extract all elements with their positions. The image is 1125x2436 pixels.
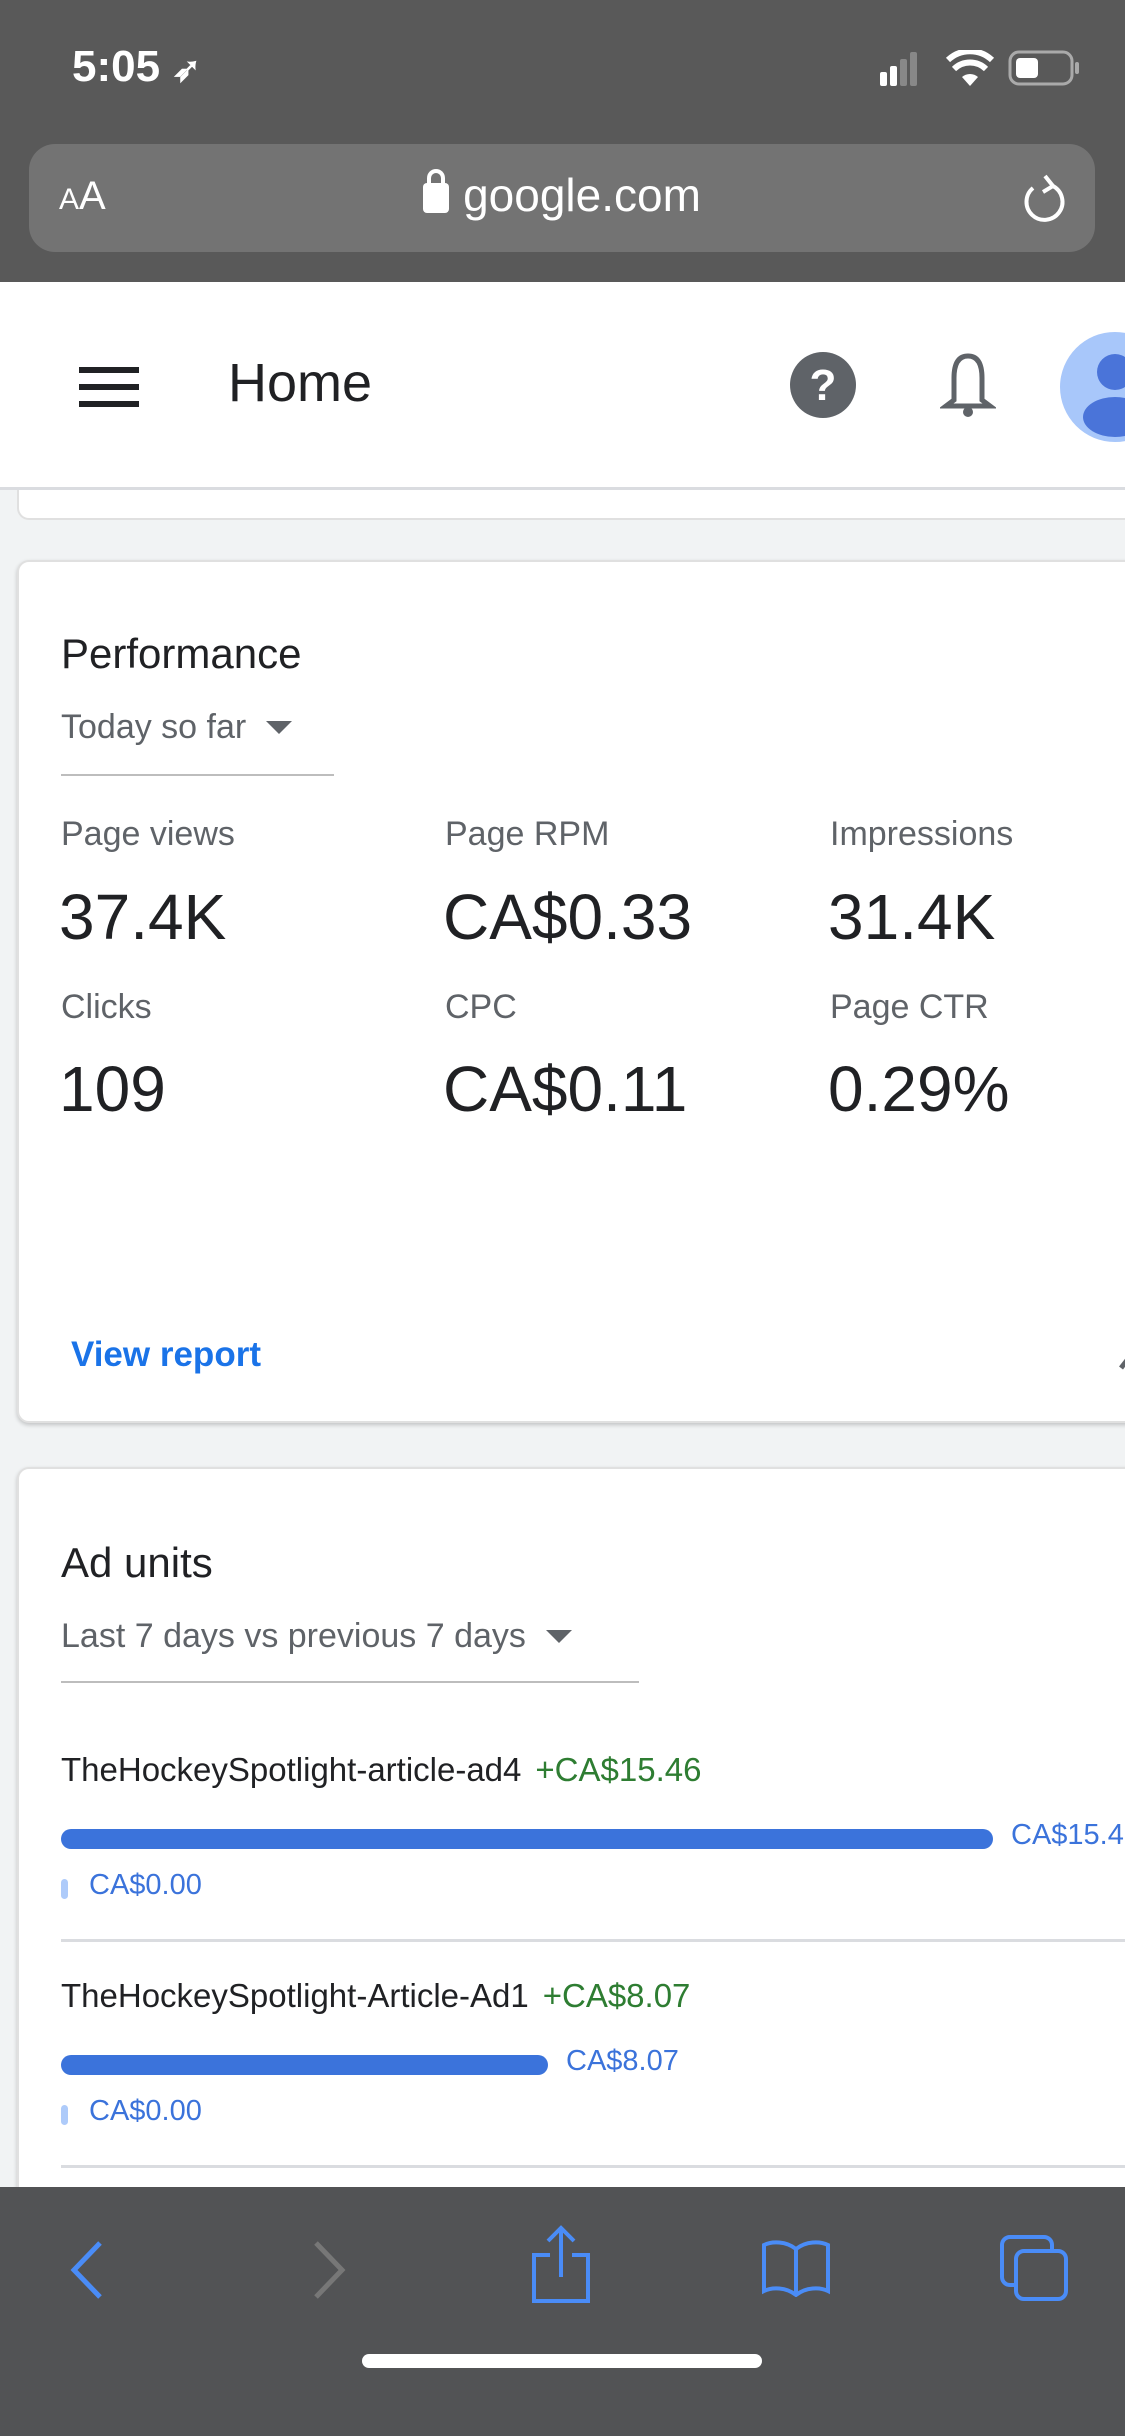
forward-icon[interactable] (310, 2239, 350, 2301)
page-title: Home (228, 353, 373, 413)
metric-value: CA$0.11 (443, 1053, 688, 1125)
metric-value: 109 (59, 1053, 166, 1125)
current-period-value: CA$15.4 (1011, 1819, 1124, 1851)
help-icon[interactable]: ? (790, 352, 856, 418)
ad-units-title: Ad units (61, 1539, 213, 1586)
browser-toolbar (0, 2187, 1125, 2436)
metric-value: 37.4K (59, 881, 227, 953)
performance-title: Performance (61, 630, 302, 677)
location-arrow-icon: ➶ (172, 51, 201, 89)
ad-unit-change: +CA$15.46 (535, 1751, 702, 1788)
wifi-icon (946, 50, 994, 86)
dropdown-underline (61, 774, 334, 776)
notifications-bell-icon[interactable] (940, 352, 996, 418)
metric-label: CPC (445, 988, 517, 1026)
address-bar[interactable]: AA google.com (29, 144, 1095, 252)
range-text: Today so far (61, 708, 247, 746)
metric-label: Page CTR (830, 988, 989, 1026)
previous-period-value: CA$0.00 (89, 1869, 202, 1901)
metric-value: CA$0.33 (443, 881, 693, 953)
current-period-value: CA$8.07 (566, 2045, 679, 2077)
metric-value: 0.29% (828, 1053, 1010, 1125)
app-header: Home ? (0, 282, 1125, 490)
performance-range-dropdown[interactable]: Today so far (61, 708, 293, 747)
ad-unit-name: TheHockeySpotlight-article-ad4 (61, 1751, 522, 1788)
tabs-icon[interactable] (998, 2233, 1070, 2303)
previous-period-bar (61, 2105, 68, 2125)
dropdown-arrow-icon (266, 721, 293, 734)
previous-period-bar (61, 1879, 68, 1899)
current-period-bar (61, 2055, 548, 2075)
ad-unit-row[interactable]: TheHockeySpotlight-article-ad4 +CA$15.46 (61, 1751, 701, 1789)
ad-unit-name: TheHockeySpotlight-Article-Ad1 (61, 1977, 529, 2014)
metric-label: Clicks (61, 988, 152, 1026)
dropdown-underline (61, 1681, 639, 1683)
ad-units-card: Ad units Last 7 days vs previous 7 days … (17, 1467, 1125, 2227)
ad-unit-change: +CA$8.07 (542, 1977, 691, 2014)
home-indicator[interactable] (362, 2354, 762, 2368)
ad-units-range-dropdown[interactable]: Last 7 days vs previous 7 days (61, 1617, 572, 1656)
avatar[interactable] (1060, 332, 1125, 442)
reload-icon[interactable] (1019, 172, 1069, 228)
dropdown-arrow-icon (545, 1630, 572, 1643)
status-bar: 5:05 ➶ AA google.com (0, 0, 1125, 282)
time-text: 5:05 (72, 42, 161, 91)
svg-text:?: ? (810, 361, 837, 410)
metric-label: Page RPM (445, 815, 610, 853)
divider (61, 1939, 1125, 1942)
share-icon[interactable] (530, 2225, 592, 2305)
metric-label: Impressions (830, 815, 1014, 853)
previous-period-value: CA$0.00 (89, 2095, 202, 2127)
range-text: Last 7 days vs previous 7 days (61, 1617, 526, 1655)
menu-icon[interactable] (79, 367, 139, 407)
url-text: google.com (463, 169, 701, 221)
ad-unit-row[interactable]: TheHockeySpotlight-Article-Ad1 +CA$8.07 (61, 1977, 690, 2015)
divider (61, 2165, 1125, 2168)
current-period-bar (61, 1829, 993, 1849)
url-display[interactable]: google.com (29, 168, 1095, 222)
bookmarks-icon[interactable] (760, 2237, 832, 2297)
signal-icon (880, 52, 917, 86)
battery-icon (1008, 50, 1079, 86)
metric-label: Page views (61, 815, 235, 853)
status-time: 5:05 ➶ (72, 42, 201, 92)
back-icon[interactable] (66, 2239, 106, 2301)
performance-card: Performance Today so far Page views 37.4… (17, 560, 1125, 1423)
expand-icon[interactable] (1117, 1342, 1125, 1372)
view-report-link[interactable]: View report (71, 1335, 261, 1375)
previous-card-edge (17, 490, 1125, 520)
lock-icon (423, 169, 450, 213)
metric-value: 31.4K (828, 881, 996, 953)
